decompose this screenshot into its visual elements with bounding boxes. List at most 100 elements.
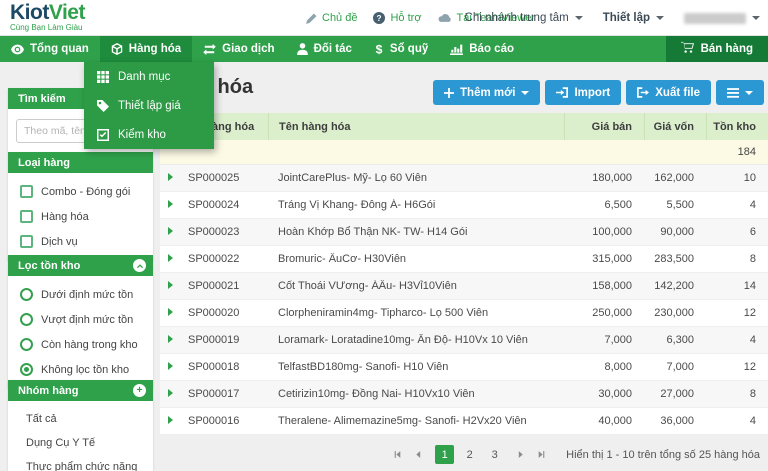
expand-arrow-icon[interactable] [168,254,173,262]
stock-filter-panel: Lọc tồn kho Dưới định mức tồn Vượt định m… [8,255,153,388]
table-row[interactable]: SP000018 TelfastBD180mg- Sanofi- H10 Viê… [160,354,768,381]
cell-name: JointCarePlus- Mỹ- Lọ 60 Viên [278,172,427,184]
import-button[interactable]: Import [545,80,622,105]
stock-filter-option-2[interactable]: Còn hàng trong kho [8,332,153,357]
expand-arrow-icon[interactable] [168,362,173,370]
radio-icon[interactable] [20,363,33,376]
dropdown-item-kiem-kho[interactable]: Kiểm kho [84,120,214,149]
product-type-header[interactable]: Loại hàng [8,152,153,173]
box-icon [111,43,123,55]
nav-item-doi-tac[interactable]: Đối tác [286,36,363,62]
cell-cost: 5,500 [666,199,694,211]
checkbox-icon[interactable] [20,185,33,198]
dropdown-item-danh-muc[interactable]: Danh mục [84,62,214,91]
nav-item-so-quy[interactable]: $ Sổ quỹ [363,36,439,62]
column-header-name[interactable]: Tên hàng hóa [268,113,564,140]
import-icon [556,87,569,98]
dropdown-item-label: Thiết lập giá [118,99,181,112]
stock-filter-option-1[interactable]: Vượt định mức tồn [8,307,153,332]
table-row[interactable]: SP000021 Cốt Thoái VƯơng- ÁÂu- H3Vỉ10Viê… [160,273,768,300]
stock-filter-option-0[interactable]: Dưới định mức tồn [8,282,153,307]
nav-item-tong-quan[interactable]: Tổng quan [0,36,100,62]
product-type-option-1[interactable]: Hàng hóa [8,204,153,229]
option-label: Không lọc tồn kho [41,363,130,376]
dropdown-item-thiet-lap-gia[interactable]: Thiết lập giá [84,91,214,120]
nav-item-giao-dich[interactable]: Giao dịch [192,36,285,62]
hang-hoa-dropdown: Danh mục Thiết lập giá Kiểm kho [84,62,214,149]
product-group-item-1[interactable]: Dụng Cụ Y Tế [8,431,153,455]
page-button-1[interactable]: 1 [435,445,455,464]
table-row[interactable]: SP000022 Bromuric- ÂuCơ- H30Viên 315,000… [160,246,768,273]
prev-page-icon[interactable] [414,450,423,459]
export-button[interactable]: Xuất file [626,80,711,105]
page-button-3[interactable]: 3 [485,445,504,464]
expand-arrow-icon[interactable] [168,335,173,343]
cell-name: Cốt Thoái VƯơng- ÁÂu- H3Vỉ10Viên [278,280,457,292]
cell-price: 158,000 [592,280,632,292]
page-numbers: 123 [435,445,504,464]
column-header-price[interactable]: Giá bán [564,113,644,140]
expand-arrow-icon[interactable] [168,227,173,235]
columns-button[interactable] [716,80,764,105]
topbar-link-label: Chủ đề [322,12,358,24]
expand-arrow-icon[interactable] [168,173,173,181]
chevron-up-icon[interactable] [133,259,146,272]
cell-stock: 6 [749,226,756,238]
cell-name: Loramark- Loratadine10mg- Ấn Độ- H10Vx 1… [278,334,528,346]
expand-arrow-icon[interactable] [168,200,173,208]
topbar-link-ho-tro[interactable]: ? Hỗ trợ [373,12,422,24]
product-group-item-0[interactable]: Tất cả [8,407,153,431]
column-header-stock[interactable]: Tồn kho [706,113,768,140]
expand-arrow-icon[interactable] [168,281,173,289]
kiotviet-logo[interactable]: KiotViet Cùng Bạn Làm Giàu [10,2,85,33]
table-row[interactable]: SP000019 Loramark- Loratadine10mg- Ấn Độ… [160,327,768,354]
expand-arrow-icon[interactable] [168,389,173,397]
first-page-icon[interactable] [393,450,402,459]
branch-selector[interactable]: Chi nhánh trung tâm [465,12,583,24]
table-row[interactable]: SP000016 Theralene- Alimemazine5mg- Sano… [160,408,768,435]
svg-text:?: ? [377,14,382,23]
table-row[interactable]: SP000024 Tráng Vị Khang- Đông Á- H6Gói 6… [160,192,768,219]
cell-price: 6,500 [604,199,632,211]
product-group-item-2[interactable]: Thực phẩm chức năng [8,455,153,471]
option-label: Combo - Đóng gói [41,185,131,198]
radio-icon[interactable] [20,338,33,351]
stock-filter-option-3[interactable]: Không lọc tồn kho [8,357,153,382]
expand-arrow-icon[interactable] [168,416,173,424]
cell-name: Theralene- Alimemazine5mg- Sanofi- H2Vx2… [278,415,527,427]
product-type-option-0[interactable]: Combo - Đóng gói [8,179,153,204]
checkbox-icon[interactable] [20,210,33,223]
page-button-2[interactable]: 2 [460,445,479,464]
stock-filter-header[interactable]: Lọc tồn kho [8,255,153,276]
settings-menu[interactable]: Thiết lập [603,12,664,24]
radio-icon[interactable] [20,313,33,326]
cell-cost: 27,000 [660,388,694,400]
checkbox-icon[interactable] [20,235,33,248]
sell-button[interactable]: Bán hàng [665,36,768,62]
topbar-link-chu-de[interactable]: Chủ đề [306,12,357,24]
nav-item-hang-hoa[interactable]: Hàng hóa [99,36,193,62]
cell-cost: 283,500 [654,253,694,265]
total-stock-value: 184 [737,146,756,158]
cell-name: TelfastBD180mg- Sanofi- H10 Viên [278,361,449,373]
plus-circle-icon[interactable]: + [133,384,146,397]
user-menu[interactable] [684,12,760,24]
last-page-icon[interactable] [537,450,546,459]
cell-code: SP000024 [188,199,240,211]
next-page-icon[interactable] [516,450,525,459]
product-group-header[interactable]: Nhóm hàng + [8,380,153,401]
cell-cost: 162,000 [654,172,694,184]
radio-icon[interactable] [20,288,33,301]
table-row[interactable]: SP000017 Cetirizin10mg- Đồng Nai- H10Vx1… [160,381,768,408]
import-label: Import [574,86,611,99]
table-row[interactable]: SP000025 JointCarePlus- Mỹ- Lọ 60 Viên 1… [160,165,768,192]
table-row[interactable]: SP000020 Clorpheniramin4mg- Tipharco- Lọ… [160,300,768,327]
product-type-option-2[interactable]: Dịch vụ [8,229,153,254]
column-header-cost[interactable]: Giá vốn [644,113,706,140]
expand-arrow-icon[interactable] [168,308,173,316]
add-new-button[interactable]: Thêm mới [433,80,541,105]
nav-item-bao-cao[interactable]: Báo cáo [439,36,525,62]
pencil-icon [306,13,317,24]
product-group-panel: Nhóm hàng + Tất cả Dụng Cụ Y Tế Thực phẩm … [8,380,153,471]
table-row[interactable]: SP000023 Hoàn Khớp Bổ Thận NK- TW- H14 G… [160,219,768,246]
